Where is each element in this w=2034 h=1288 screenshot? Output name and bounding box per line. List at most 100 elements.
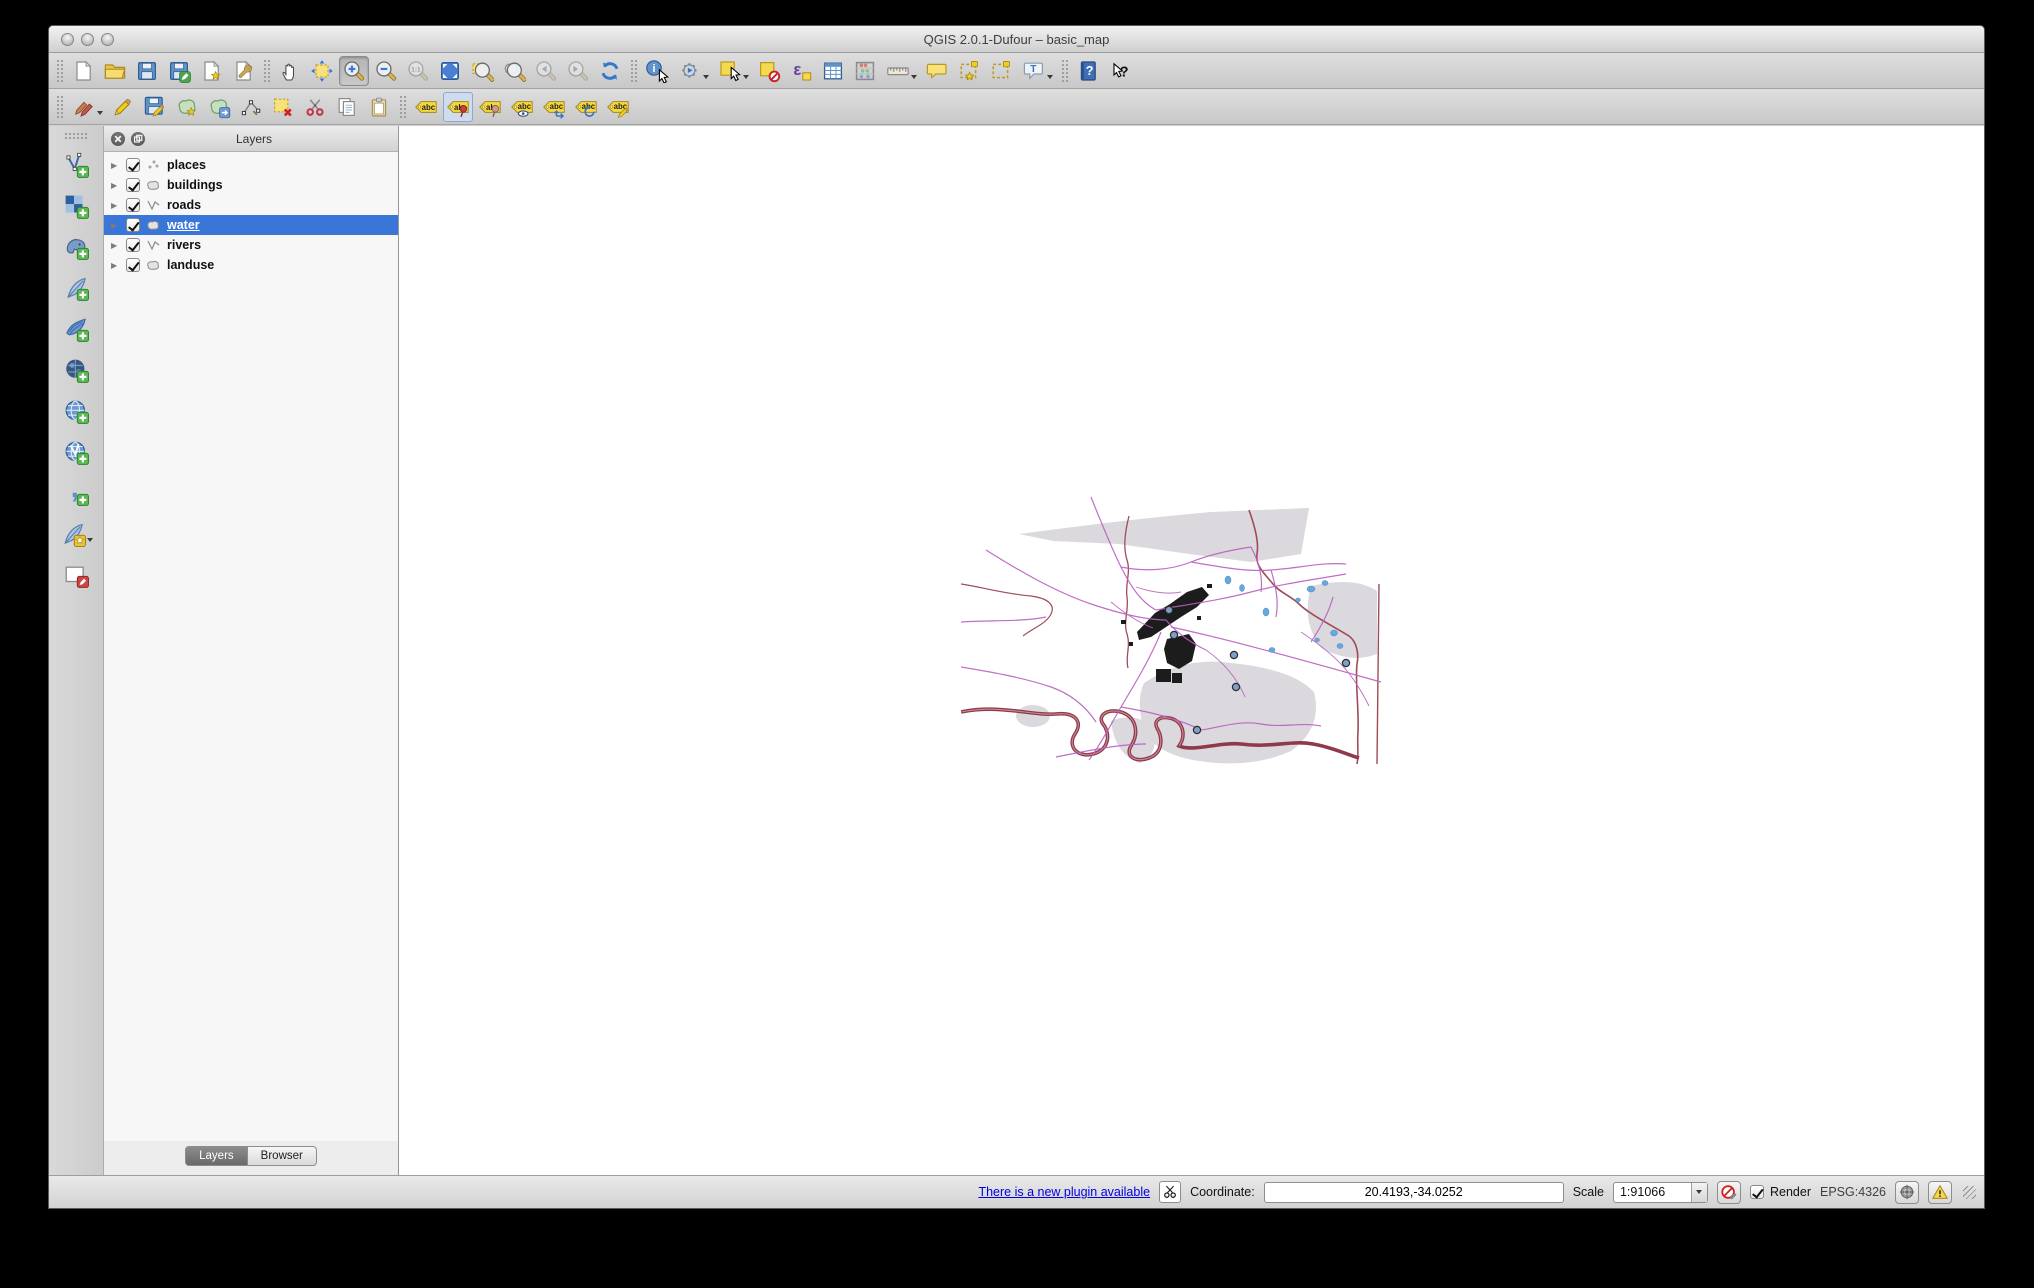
expander-icon[interactable]: ▶	[111, 161, 121, 170]
open-project-button[interactable]	[100, 56, 130, 86]
show-bookmarks-button[interactable]	[986, 56, 1016, 86]
new-spatialite-layer-button[interactable]	[57, 519, 95, 549]
add-raster-layer-button[interactable]	[61, 191, 91, 221]
add-feature-button[interactable]	[172, 92, 202, 122]
text-annotation-button[interactable]: T	[1018, 56, 1056, 86]
zoom-native-button[interactable]: 1:1	[403, 56, 433, 86]
show-hide-labels-button[interactable]: abc	[507, 92, 537, 122]
tab-browser[interactable]: Browser	[248, 1146, 317, 1166]
identify-features-button[interactable]: i	[642, 56, 672, 86]
labeling-options-button[interactable]: abc	[411, 92, 441, 122]
toolbar-handle[interactable]	[56, 59, 63, 83]
add-wfs-layer-button[interactable]	[61, 437, 91, 467]
layer-visibility-checkbox[interactable]	[126, 258, 140, 272]
tab-layers[interactable]: Layers	[185, 1146, 248, 1166]
select-by-expression-button[interactable]: ε	[786, 56, 816, 86]
layer-visibility-checkbox[interactable]	[126, 218, 140, 232]
stop-rendering-button[interactable]	[1717, 1181, 1741, 1204]
current-edits-button[interactable]	[68, 92, 106, 122]
layer-name[interactable]: water	[167, 218, 200, 232]
move-label-button[interactable]: abc	[539, 92, 569, 122]
toolbar-handle[interactable]	[630, 59, 637, 83]
coordinate-input[interactable]	[1264, 1182, 1564, 1203]
composer-manager-button[interactable]	[228, 56, 258, 86]
layer-visibility-checkbox[interactable]	[126, 198, 140, 212]
expander-icon[interactable]: ▶	[111, 201, 121, 210]
panel-close-button[interactable]	[111, 132, 125, 146]
field-calculator-button[interactable]	[850, 56, 880, 86]
move-feature-button[interactable]	[204, 92, 234, 122]
layer-name[interactable]: rivers	[167, 238, 201, 252]
layer-name[interactable]: places	[167, 158, 206, 172]
cut-features-button[interactable]	[300, 92, 330, 122]
rotate-label-button[interactable]: abc	[571, 92, 601, 122]
add-vector-layer-button[interactable]	[61, 150, 91, 180]
add-oracle-layer-button[interactable]	[61, 355, 91, 385]
zoom-to-layer-button[interactable]	[499, 56, 529, 86]
save-project-as-button[interactable]	[164, 56, 194, 86]
new-project-button[interactable]	[68, 56, 98, 86]
toolbar-handle[interactable]	[64, 132, 88, 139]
open-attribute-table-button[interactable]	[818, 56, 848, 86]
select-features-button[interactable]	[714, 56, 752, 86]
messages-button[interactable]	[1928, 1181, 1952, 1204]
expander-icon[interactable]: ▶	[111, 261, 121, 270]
paste-features-button[interactable]	[364, 92, 394, 122]
toolbar-handle[interactable]	[399, 95, 406, 119]
render-checkbox[interactable]	[1750, 1185, 1764, 1199]
resize-grip[interactable]	[1963, 1186, 1976, 1199]
toolbar-handle[interactable]	[263, 59, 270, 83]
title-bar[interactable]: QGIS 2.0.1-Dufour – basic_map	[49, 26, 1984, 53]
close-window-button[interactable]	[61, 33, 74, 46]
save-layer-edits-button[interactable]	[140, 92, 170, 122]
layer-row-landuse[interactable]: ▶ landuse	[104, 255, 398, 275]
expander-icon[interactable]: ▶	[111, 241, 121, 250]
zoom-out-button[interactable]	[371, 56, 401, 86]
refresh-button[interactable]	[595, 56, 625, 86]
add-delimited-text-layer-button[interactable]: ,	[61, 478, 91, 508]
zoom-full-button[interactable]	[435, 56, 465, 86]
crs-status-button[interactable]	[1895, 1181, 1919, 1204]
layer-row-roads[interactable]: ▶ roads	[104, 195, 398, 215]
pin-unpin-labels-button[interactable]: ab	[443, 92, 473, 122]
minimize-window-button[interactable]	[81, 33, 94, 46]
copy-features-button[interactable]	[332, 92, 362, 122]
layer-visibility-checkbox[interactable]	[126, 178, 140, 192]
pan-to-selection-button[interactable]	[307, 56, 337, 86]
new-bookmark-button[interactable]	[954, 56, 984, 86]
plugin-available-link[interactable]: There is a new plugin available	[978, 1185, 1150, 1199]
scale-dropdown-button[interactable]	[1691, 1183, 1707, 1202]
add-wms-layer-button[interactable]	[61, 396, 91, 426]
layer-visibility-checkbox[interactable]	[126, 158, 140, 172]
zoom-last-button[interactable]	[531, 56, 561, 86]
layer-row-places[interactable]: ▶ places	[104, 155, 398, 175]
toolbar-handle[interactable]	[56, 95, 63, 119]
help-contents-button[interactable]: ?	[1073, 56, 1103, 86]
layer-name[interactable]: landuse	[167, 258, 214, 272]
expander-icon[interactable]: ▶	[111, 181, 121, 190]
scale-combobox[interactable]: 1:91066	[1613, 1182, 1708, 1203]
layer-visibility-checkbox[interactable]	[126, 238, 140, 252]
layer-row-buildings[interactable]: ▶ buildings	[104, 175, 398, 195]
layer-row-water[interactable]: ▶ water	[104, 215, 398, 235]
map-canvas[interactable]	[399, 126, 1984, 1175]
deselect-all-button[interactable]	[754, 56, 784, 86]
zoom-in-button[interactable]	[339, 56, 369, 86]
add-mssql-layer-button[interactable]	[61, 314, 91, 344]
add-spatialite-layer-button[interactable]	[61, 273, 91, 303]
layer-row-rivers[interactable]: ▶ rivers	[104, 235, 398, 255]
zoom-to-selection-button[interactable]	[467, 56, 497, 86]
zoom-next-button[interactable]	[563, 56, 593, 86]
toggle-editing-button[interactable]	[108, 92, 138, 122]
pan-map-button[interactable]	[275, 56, 305, 86]
node-tool-button[interactable]	[236, 92, 266, 122]
expander-icon[interactable]: ▶	[111, 221, 121, 230]
plugin-indicator-button[interactable]	[1159, 1181, 1181, 1203]
zoom-window-button[interactable]	[101, 33, 114, 46]
delete-selected-button[interactable]	[268, 92, 298, 122]
change-label-button[interactable]: abc	[603, 92, 633, 122]
save-project-button[interactable]	[132, 56, 162, 86]
map-tips-button[interactable]	[922, 56, 952, 86]
new-print-composer-button[interactable]	[196, 56, 226, 86]
layer-name[interactable]: roads	[167, 198, 201, 212]
